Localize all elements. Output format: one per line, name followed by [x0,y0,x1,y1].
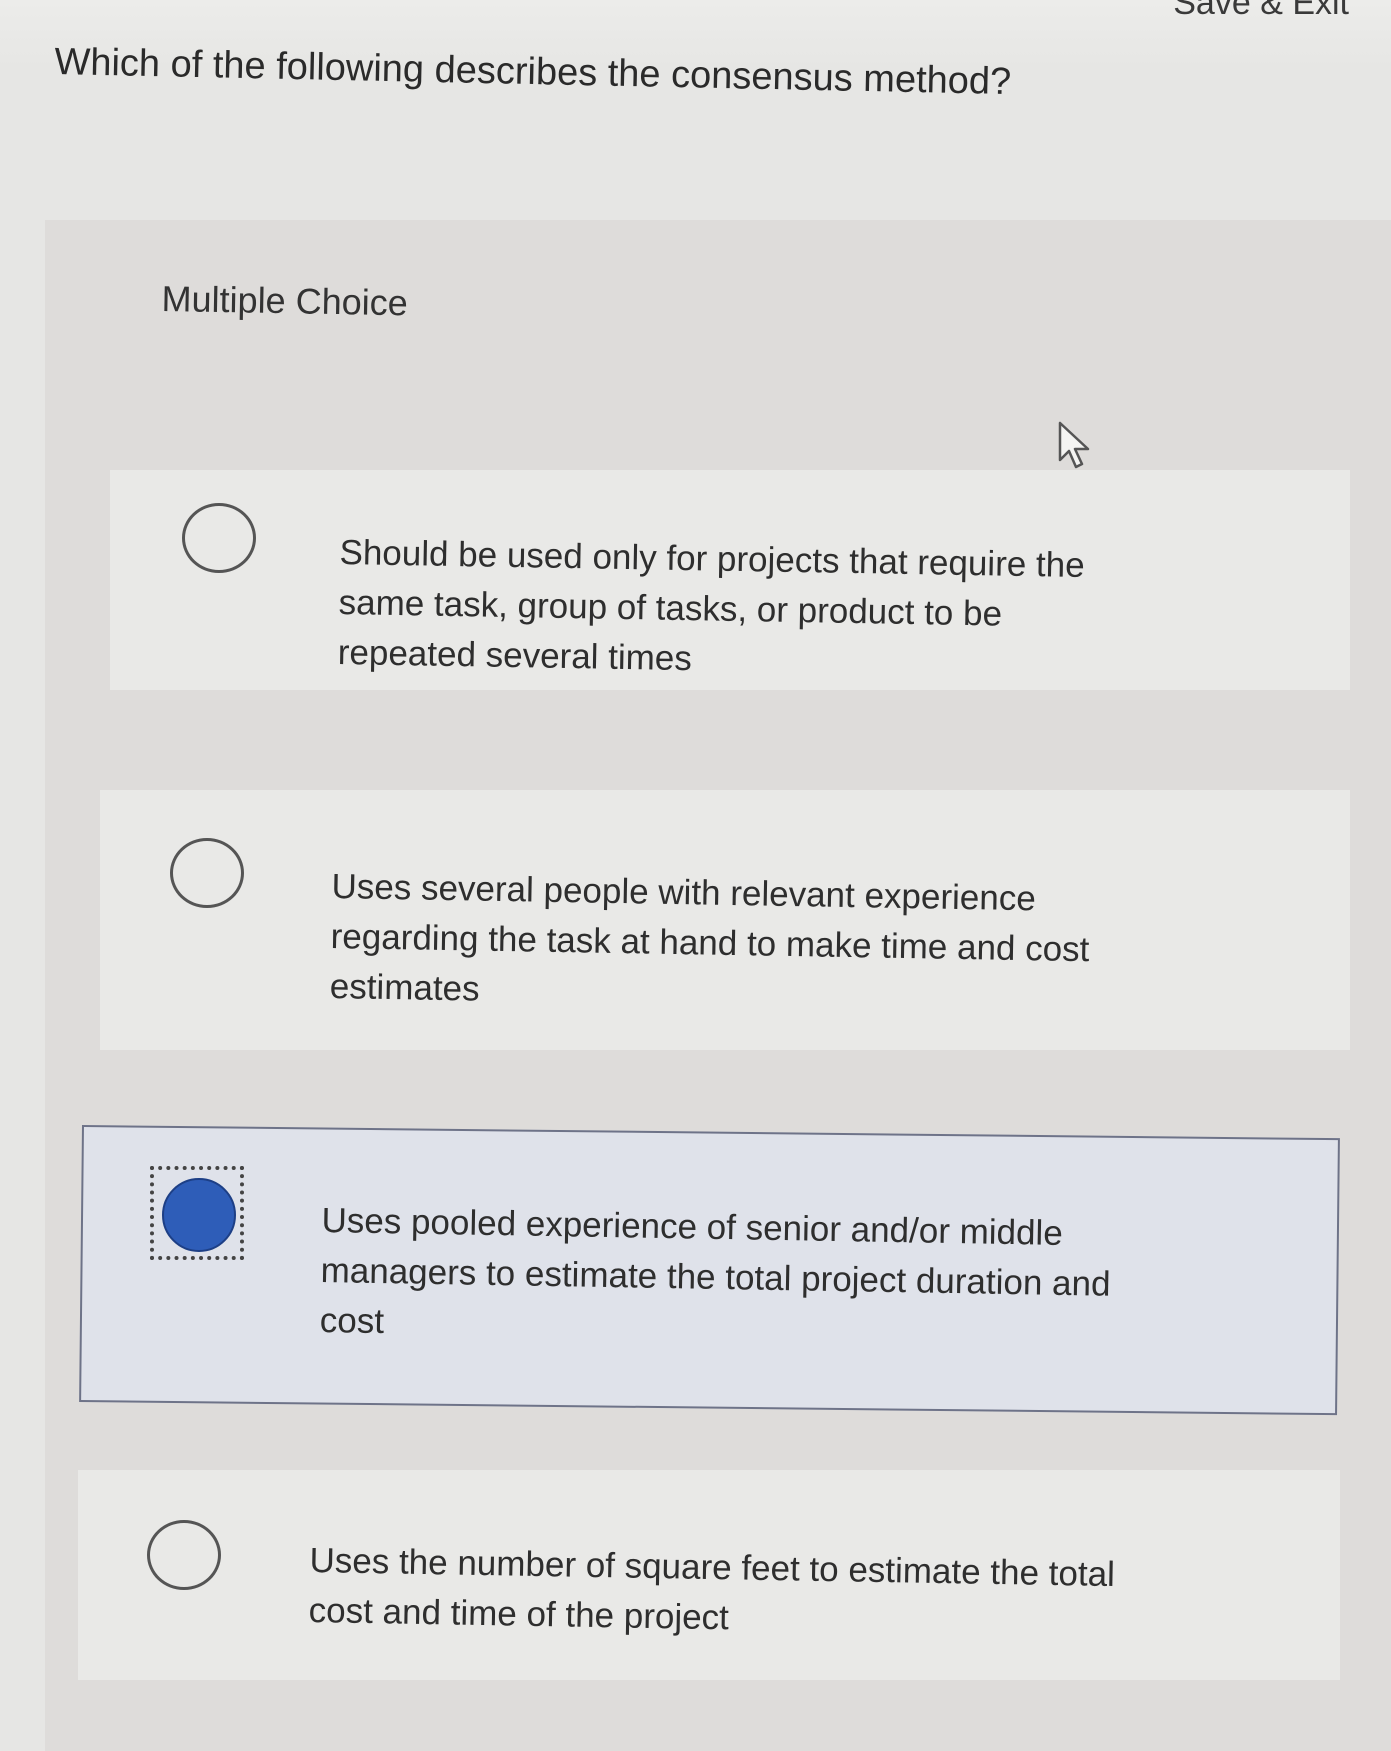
mouse-pointer-icon [1058,421,1090,469]
question-type-label: Multiple Choice [161,278,409,324]
answer-option-3-text: Uses pooled experience of senior and/or … [319,1200,1111,1342]
answer-option-1-text: Should be used only for projects that re… [337,532,1085,679]
radio-option-4[interactable] [147,1520,221,1590]
radio-option-1[interactable] [182,503,256,573]
selected-radio-dot-icon [162,1178,236,1252]
radio-option-3-focused[interactable] [150,1166,244,1260]
answer-option-4-text: Uses the number of square feet to estima… [308,1540,1116,1638]
save-exit-button[interactable]: Save & Exit [1173,0,1349,23]
answer-option-2-text: Uses several people with relevant experi… [329,866,1090,1009]
radio-option-2[interactable] [170,838,244,908]
